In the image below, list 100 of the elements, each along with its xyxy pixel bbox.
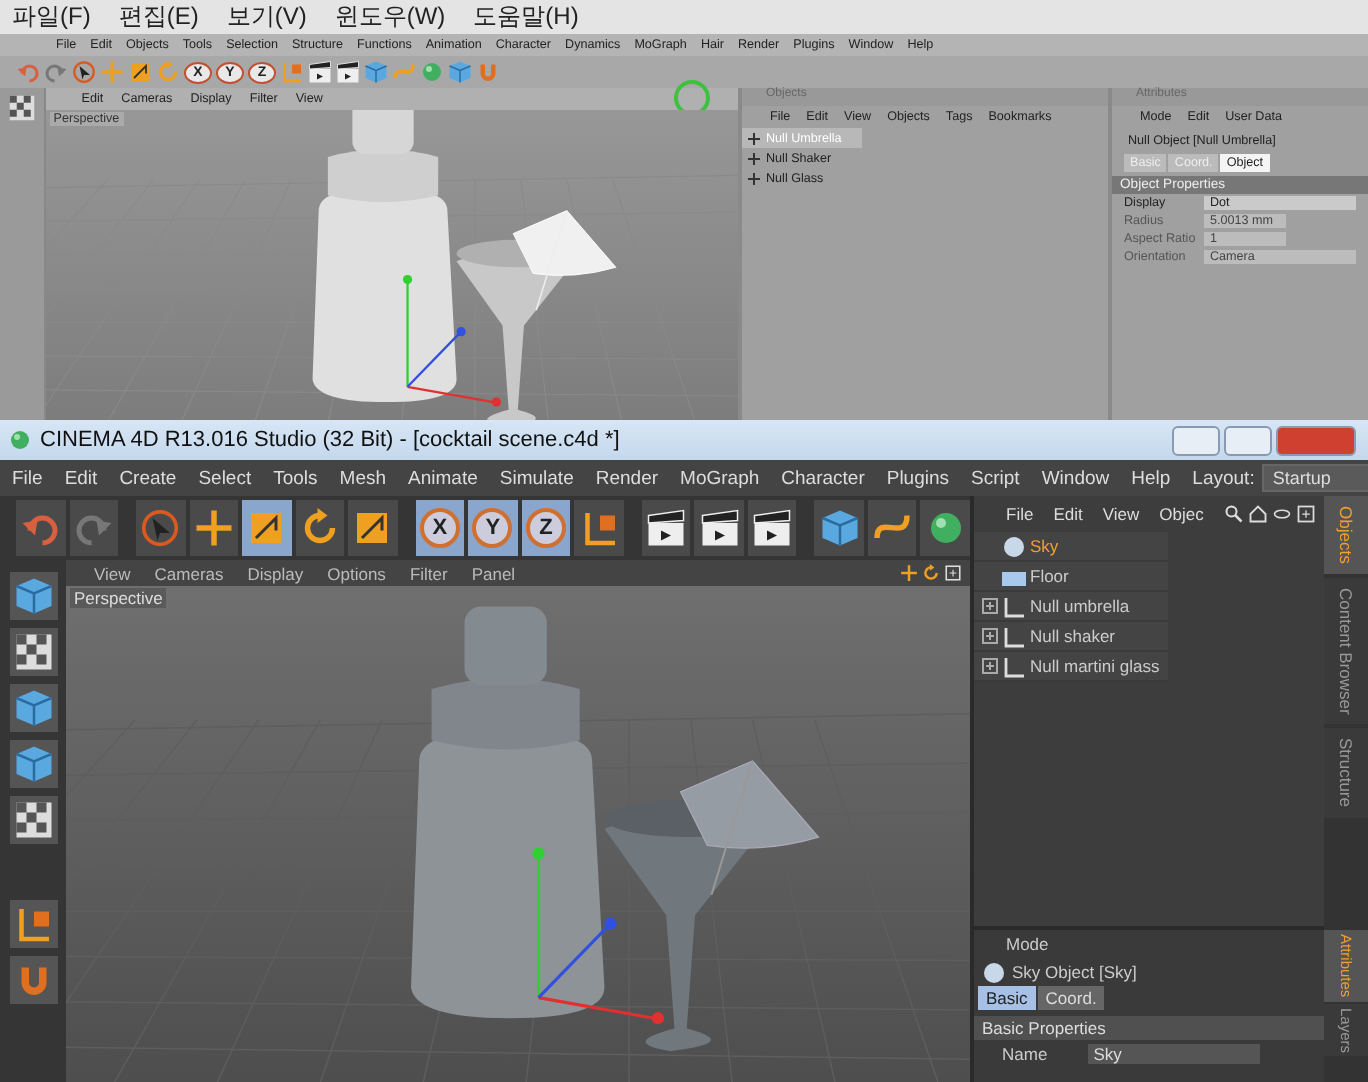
menu-item[interactable]: Character [781,467,865,489]
layout-dropdown[interactable]: Startup [1262,464,1368,492]
search-icon[interactable] [1224,504,1245,524]
menu-item[interactable]: 도움말(H) [473,0,579,34]
spline-button[interactable] [867,500,917,556]
move-icon [193,508,234,548]
menu-item[interactable]: Window [1041,467,1110,489]
sphere-icon [1002,535,1026,557]
checker-icon[interactable] [7,94,36,122]
checker-icon[interactable] [9,628,57,676]
menu-item[interactable]: Edit [1053,504,1083,524]
object-row[interactable]: Floor [974,562,1168,592]
menu-item[interactable]: View [94,563,131,583]
sphere-icon [925,508,966,548]
render-button[interactable] [694,500,744,556]
cube-icon[interactable] [9,684,57,732]
menu-item[interactable]: Mode [1006,934,1049,954]
tool-button[interactable] [348,500,398,556]
expand-icon[interactable] [742,151,766,165]
cube-icon[interactable] [9,740,57,788]
camera-label: Perspective [70,588,167,608]
tool-button[interactable] [189,500,239,556]
umbrella-drawing [512,209,616,311]
sphere-icon [982,961,1006,983]
redo-button[interactable] [69,500,119,556]
menu-item[interactable]: Render [595,467,659,489]
input-field[interactable]: Sky [1087,1044,1260,1064]
tool-button[interactable] [242,500,292,556]
axis-lock-button[interactable]: Z [521,500,571,556]
cube-button[interactable] [814,500,864,556]
menu-item[interactable]: 보기(V) [226,0,307,34]
expand-icon[interactable] [982,598,998,614]
menu-item[interactable]: Script [971,467,1020,489]
sphere-icon [8,428,32,452]
menu-item[interactable]: File [12,467,43,489]
menu-item[interactable]: 윈도우(W) [334,0,446,34]
tool-button[interactable] [295,500,345,556]
menu-item[interactable]: File [1006,504,1034,524]
side-tab[interactable]: Structure [1324,728,1368,818]
menu-item[interactable]: Create [119,467,177,489]
menu-item[interactable]: 파일(F) [12,0,91,34]
menu-item[interactable]: Objec [1159,504,1204,524]
render-button[interactable] [641,500,691,556]
menu-item[interactable]: View [1102,504,1140,524]
axis-gizmo-drawing [402,274,501,407]
clapperboard-icon [646,508,686,548]
menu-item[interactable]: Select [198,467,252,489]
object-title: Sky Object [Sky] [1012,962,1137,982]
viewport[interactable]: Perspective [66,586,970,1082]
expand-icon[interactable] [742,171,766,185]
clapperboard-icon [699,508,740,548]
axis-lock-button[interactable]: X [415,500,465,556]
clapperboard-icon[interactable] [308,60,332,84]
tab[interactable]: Basic [978,986,1036,1010]
cube-icon[interactable] [9,572,57,620]
axis-lock-button[interactable]: Y [468,500,518,556]
home-icon[interactable] [1248,504,1269,524]
checker-icon[interactable] [9,796,57,844]
cursor-icon [140,508,181,548]
layout-label: Layout: [1192,467,1255,489]
eye-icon[interactable] [1272,504,1293,524]
menu-item[interactable]: Edit [64,467,98,489]
menu-item[interactable]: Mesh [339,467,387,489]
rotate-icon[interactable] [922,564,940,582]
axis-icon[interactable] [9,900,57,948]
menu-item[interactable]: Tools [273,467,318,489]
menu-item[interactable]: Simulate [499,467,574,489]
menu-item[interactable]: Filter [409,563,448,583]
expand-icon[interactable] [982,658,998,674]
sphere-button[interactable] [920,500,970,556]
clapperboard-icon[interactable] [336,60,360,84]
expand-icon[interactable] [742,131,766,145]
move-icon[interactable] [900,564,918,582]
menu-item[interactable]: 편집(E) [118,0,199,34]
window-icon[interactable] [1296,504,1317,524]
side-tab[interactable]: Content Browser [1324,577,1368,725]
scale-icon [352,508,393,548]
cursor-icon[interactable] [72,60,96,84]
null-icon [1002,655,1026,677]
coordinate-button[interactable] [574,500,624,556]
menu-item[interactable]: Options [327,563,386,583]
menu-item[interactable]: Cameras [154,563,224,583]
menu-item[interactable]: Animate [408,467,478,489]
magnet-icon[interactable] [9,956,57,1004]
render-button[interactable] [747,500,797,556]
scale-icon[interactable] [128,60,152,84]
menu-item[interactable]: Display [247,563,304,583]
tool-button[interactable] [136,500,186,556]
tab[interactable]: Coord. [1037,986,1105,1010]
window-icon[interactable] [944,564,962,582]
menu-item[interactable]: Help [1131,467,1171,489]
menu-item[interactable]: Panel [471,563,516,583]
object-row[interactable]: Null shaker [974,622,1168,652]
menu-item[interactable]: Plugins [886,467,950,489]
menu-item[interactable]: MoGraph [680,467,760,489]
object-row[interactable]: Null umbrella [974,592,1168,622]
expand-icon[interactable] [982,628,998,644]
object-row[interactable]: Null martini glass [974,652,1168,682]
close-button[interactable] [1276,425,1356,455]
object-row[interactable]: Sky [974,532,1168,562]
